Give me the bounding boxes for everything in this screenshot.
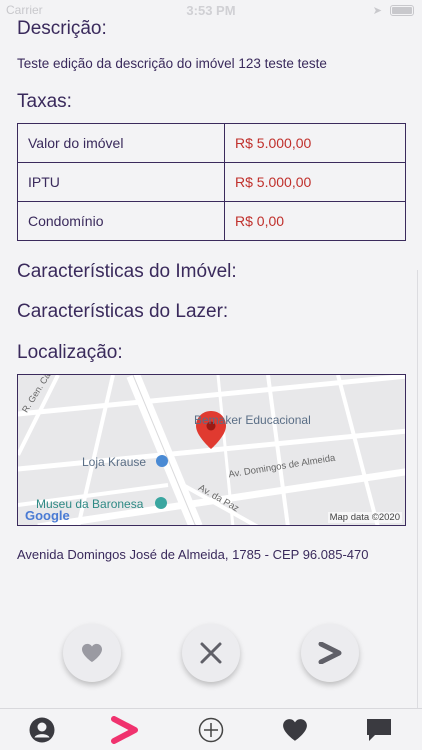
- description-text: Teste edição da descrição do imóvel 123 …: [17, 56, 327, 71]
- dismiss-button[interactable]: [182, 624, 240, 682]
- tab-favorites[interactable]: [278, 715, 312, 745]
- description-title: Descrição:: [17, 18, 107, 39]
- like-button[interactable]: [63, 624, 121, 682]
- address-text: Avenida Domingos José de Almeida, 1785 -…: [17, 547, 369, 562]
- fee-value: R$ 5.000,00: [224, 162, 406, 202]
- table-row: Condomínio R$ 0,00: [17, 201, 406, 241]
- fee-label: Valor do imóvel: [17, 123, 225, 163]
- property-features-title: Características do Imóvel:: [17, 261, 237, 282]
- location-title: Localização:: [17, 342, 123, 363]
- chat-icon: [367, 719, 391, 741]
- fee-value: R$ 0,00: [224, 201, 406, 241]
- shop-marker-icon: [156, 455, 168, 467]
- tab-profile[interactable]: [25, 715, 59, 745]
- fees-title: Taxas:: [17, 91, 72, 112]
- location-icon: ➤: [372, 5, 382, 17]
- heart-icon: [283, 719, 307, 741]
- location-map[interactable]: Bemaker Educacional Loja Krause Museu da…: [17, 374, 406, 526]
- tab-add[interactable]: [194, 715, 228, 745]
- museum-marker-icon: [155, 497, 167, 509]
- fee-value: R$ 5.000,00: [224, 123, 406, 163]
- table-row: IPTU R$ 5.000,00: [17, 162, 406, 202]
- close-icon: [200, 642, 222, 664]
- battery-icon: [390, 5, 414, 16]
- tab-messages[interactable]: [362, 715, 396, 745]
- scrollbar[interactable]: [417, 270, 418, 710]
- heart-icon: [82, 643, 102, 663]
- fees-table: Valor do imóvel R$ 5.000,00 IPTU R$ 5.00…: [17, 123, 406, 241]
- user-icon: [29, 717, 55, 743]
- chevron-right-icon: [318, 642, 342, 664]
- tab-discover[interactable]: [108, 715, 142, 745]
- chevron-icon: [111, 716, 138, 744]
- map-place-label: Bemaker Educacional: [194, 413, 311, 427]
- fee-label: IPTU: [17, 162, 225, 202]
- table-row: Valor do imóvel R$ 5.000,00: [17, 123, 406, 163]
- google-logo: Google: [25, 508, 70, 523]
- status-bar: Carrier 3:53 PM ➤: [0, 0, 422, 20]
- next-button[interactable]: [301, 624, 359, 682]
- clock: 3:53 PM: [186, 3, 236, 18]
- plus-circle-icon: [198, 717, 224, 743]
- leisure-features-title: Características do Lazer:: [17, 301, 229, 322]
- tab-bar: [0, 708, 422, 750]
- fee-label: Condomínio: [17, 201, 225, 241]
- map-attribution: Map data ©2020: [327, 512, 402, 523]
- map-place-label: Loja Krause: [82, 455, 147, 469]
